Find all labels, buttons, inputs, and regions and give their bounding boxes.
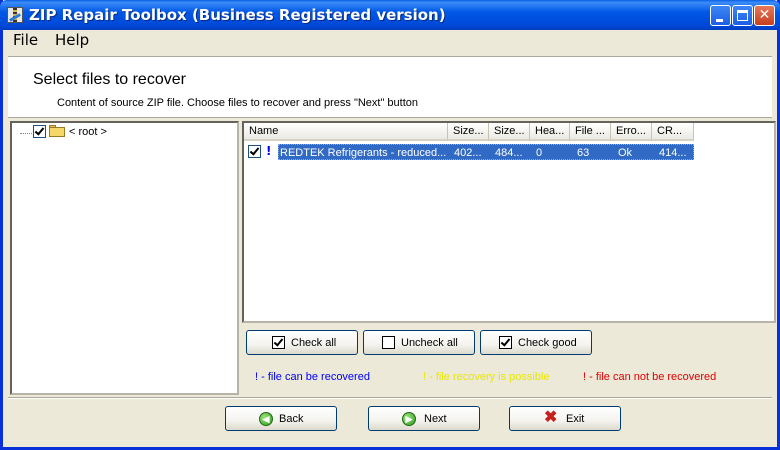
- wizard-header: Select files to recover Content of sourc…: [8, 56, 772, 118]
- back-button[interactable]: ◀ Back: [225, 406, 337, 431]
- column-header-size[interactable]: Size...: [448, 123, 489, 141]
- exit-x-icon: ✖: [544, 409, 558, 426]
- menu-bar: File Help: [3, 30, 777, 50]
- window-title: ZIP Repair Toolbox (Business Registered …: [29, 6, 446, 24]
- check-all-button[interactable]: Check all: [246, 330, 358, 355]
- title-bar[interactable]: ZIP Repair Toolbox (Business Registered …: [0, 0, 780, 30]
- checkbox-good-icon: [499, 336, 512, 349]
- checkbox-empty-icon: [382, 336, 395, 349]
- close-icon: ✕: [758, 7, 771, 23]
- checkmark-icon: [249, 145, 260, 156]
- legend-possible: ! - file recovery is possible: [423, 371, 550, 383]
- legend-recoverable: ! - file can be recovered: [255, 371, 370, 383]
- legend-not-recoverable: ! - file can not be recovered: [583, 371, 717, 383]
- uncheck-all-button[interactable]: Uncheck all: [363, 330, 475, 355]
- page-subtitle: Content of source ZIP file. Choose files…: [57, 97, 419, 109]
- folder-tree[interactable]: < root >: [10, 121, 239, 395]
- cell-size: 402...: [454, 147, 482, 159]
- column-header-name[interactable]: Name: [244, 123, 448, 141]
- footer-divider: [8, 397, 772, 399]
- cell-size-compressed: 484...: [495, 147, 523, 159]
- cell-file: 63: [577, 147, 590, 159]
- status-recoverable-icon: !: [266, 144, 272, 158]
- table-row[interactable]: ! REDTEK Refrigerants - reduced.... 402.…: [244, 143, 694, 160]
- row-checkbox[interactable]: [248, 145, 261, 158]
- file-list[interactable]: Name Size... Size... Hea... File ... Err…: [242, 121, 776, 323]
- close-button[interactable]: ✕: [754, 5, 775, 26]
- next-arrow-icon: ▶: [402, 412, 416, 426]
- menu-help[interactable]: Help: [55, 31, 89, 49]
- cell-error: Ok: [618, 147, 633, 159]
- column-header-file[interactable]: File ...: [570, 123, 611, 141]
- minimize-button[interactable]: [710, 5, 731, 26]
- status-legend: ! - file can be recovered ! - file recov…: [242, 360, 776, 395]
- maximize-button[interactable]: [732, 5, 753, 26]
- check-good-button[interactable]: Check good: [480, 330, 592, 355]
- folder-icon: [49, 125, 65, 137]
- selected-row-highlight[interactable]: REDTEK Refrigerants - reduced.... 402...…: [278, 144, 694, 160]
- cell-header: 0: [536, 147, 543, 159]
- column-header-error[interactable]: Erro...: [611, 123, 652, 141]
- back-arrow-icon: ◀: [259, 412, 273, 426]
- selection-buttons: Check all Uncheck all Check good: [242, 323, 776, 360]
- exit-button[interactable]: ✖ Exit: [509, 406, 621, 431]
- zip-repair-app-icon[interactable]: [7, 7, 23, 23]
- page-title: Select files to recover: [33, 71, 186, 88]
- column-header-size-compressed[interactable]: Size...: [489, 123, 530, 141]
- tree-root-label[interactable]: < root >: [69, 126, 107, 138]
- cell-crc: 414...: [659, 147, 687, 159]
- cell-name: REDTEK Refrigerants - reduced....: [280, 147, 446, 159]
- column-header-header[interactable]: Hea...: [530, 123, 570, 141]
- app-window: ZIP Repair Toolbox (Business Registered …: [0, 0, 780, 450]
- tree-root-checkbox[interactable]: [33, 125, 46, 138]
- menu-file[interactable]: File: [13, 31, 38, 49]
- minimize-icon: [716, 19, 723, 22]
- maximize-icon: [737, 10, 748, 21]
- next-button[interactable]: ▶ Next: [368, 406, 480, 431]
- checkmark-icon: [34, 125, 45, 136]
- checkbox-checked-icon: [272, 336, 285, 349]
- column-header-crc[interactable]: CR...: [652, 123, 694, 141]
